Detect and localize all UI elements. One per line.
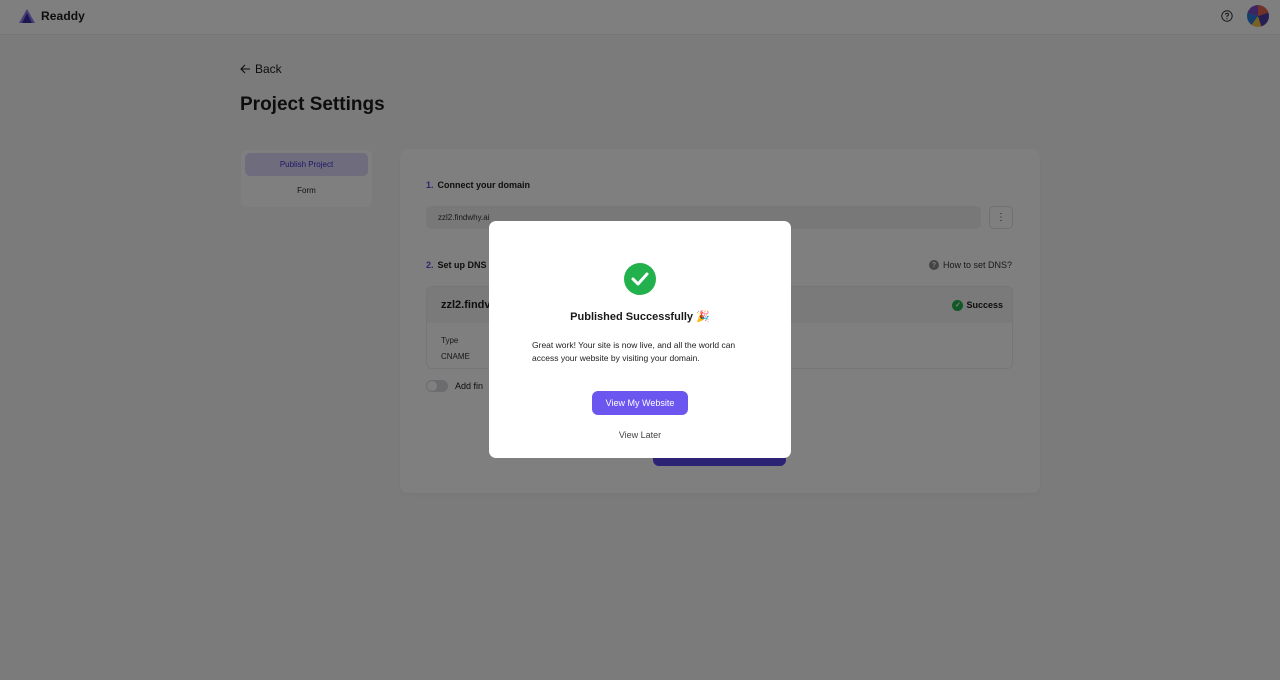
check-icon	[631, 272, 649, 286]
view-later-button[interactable]: View Later	[489, 430, 791, 440]
success-icon	[624, 263, 656, 295]
dialog-message: Great work! Your site is now live, and a…	[532, 340, 736, 363]
publish-success-dialog: Published Successfully 🎉 Great work! You…	[489, 221, 791, 458]
view-my-website-button[interactable]: View My Website	[592, 391, 688, 415]
dialog-title: Published Successfully 🎉	[570, 311, 710, 323]
